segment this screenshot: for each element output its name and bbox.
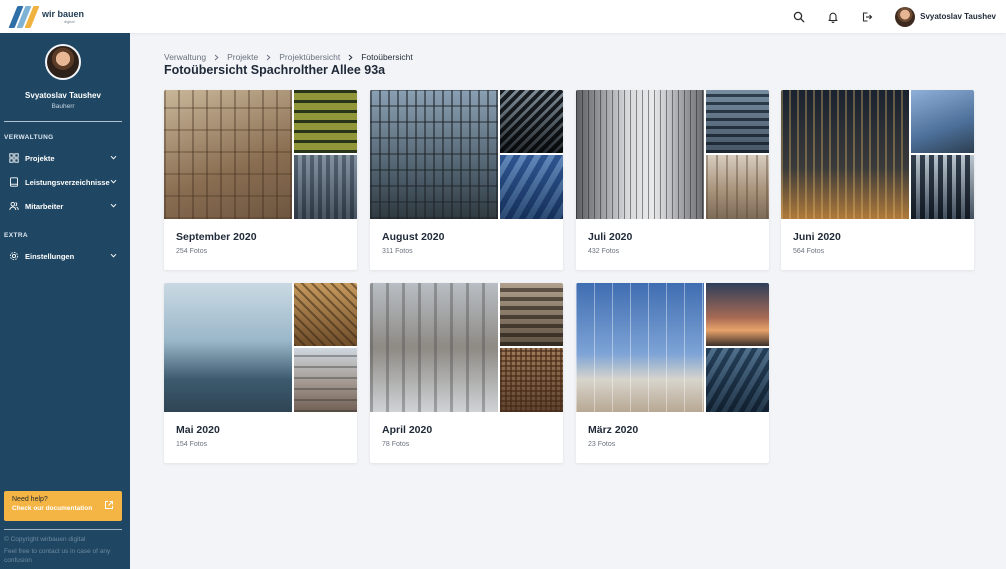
breadcrumb: Verwaltung Projekte Projektübersicht Fot… [164, 51, 413, 63]
sidebar-user-name: Svyatoslav Taushev [25, 91, 101, 100]
album-card-mai-2020[interactable]: Mai 2020 154 Fotos [164, 283, 357, 463]
bell-icon[interactable] [825, 9, 841, 25]
breadcrumb-verwaltung[interactable]: Verwaltung [164, 52, 206, 62]
album-photo-count: 78 Fotos [382, 441, 410, 448]
sidebar-item-label: Projekte [25, 153, 55, 163]
album-photo [781, 90, 909, 219]
album-card-august-2020[interactable]: August 2020 311 Fotos [370, 90, 563, 270]
page-title: Fotoübersicht Spachrolther Allee 93a [164, 63, 386, 77]
album-photo [706, 283, 769, 346]
section-verwaltung: VERWALTUNG [4, 134, 54, 141]
logo[interactable]: wir bauen digital [8, 5, 84, 28]
album-title: Juli 2020 [588, 231, 633, 243]
album-photo-count: 311 Fotos [382, 248, 413, 255]
album-card-juli-2020[interactable]: Juli 2020 432 Fotos [576, 90, 769, 270]
album-card-juni-2020[interactable]: Juni 2020 564 Fotos [781, 90, 974, 270]
help-box[interactable]: Need help? Check our documentation [4, 491, 122, 521]
sidebar-item-label: Leistungsverzeichnisse [25, 177, 110, 187]
album-title: Mai 2020 [176, 424, 220, 436]
album-photo [911, 90, 974, 153]
chevron-right-icon [214, 54, 219, 60]
section-extra: EXTRA [4, 232, 29, 239]
logo-subtext: digital [64, 18, 75, 24]
top-bar: wir bauen digital Svyatoslav Taushev [0, 0, 1006, 33]
grid-icon [9, 153, 19, 163]
external-link-icon[interactable] [104, 500, 114, 510]
album-title: September 2020 [176, 231, 257, 243]
album-photo [500, 283, 563, 346]
album-photo-count: 254 Fotos [176, 248, 208, 255]
sidebar-item-mitarbeiter[interactable]: Mitarbeiter [9, 198, 119, 214]
logo-text: wir bauen [42, 8, 85, 19]
album-photo [164, 90, 292, 219]
chevron-down-icon [110, 253, 117, 258]
sidebar-avatar[interactable] [45, 44, 81, 80]
album-title: April 2020 [382, 424, 433, 436]
chevron-right-icon [348, 54, 353, 60]
album-photo [500, 155, 563, 219]
album-photo [576, 283, 704, 412]
sidebar-item-leistungsverzeichnisse[interactable]: Leistungsverzeichnisse [9, 174, 119, 190]
album-photo [370, 283, 498, 412]
album-photo [294, 348, 357, 412]
sidebar-item-einstellungen[interactable]: Einstellungen [9, 248, 119, 264]
logo-mark-icon [8, 5, 40, 28]
album-photo [500, 348, 563, 412]
breadcrumb-projekte[interactable]: Projekte [227, 52, 258, 62]
album-photo [911, 155, 974, 219]
album-photo [576, 90, 704, 219]
chevron-down-icon [110, 203, 117, 208]
breadcrumb-fotouebersicht: Fotoübersicht [361, 52, 413, 62]
album-photo [164, 283, 292, 412]
album-card-maerz-2020[interactable]: März 2020 23 Fotos [576, 283, 769, 463]
footer-divider [4, 529, 122, 530]
album-title: Juni 2020 [793, 231, 841, 243]
breadcrumb-projektuebersicht[interactable]: Projektübersicht [279, 52, 340, 62]
album-photo-count: 23 Fotos [588, 441, 616, 448]
contact-note: Feel free to contact us in case of any c… [4, 548, 111, 564]
chevron-right-icon [266, 54, 271, 60]
album-photo [294, 90, 357, 153]
sidebar-item-label: Mitarbeiter [25, 201, 64, 211]
search-icon[interactable] [791, 9, 807, 25]
sidebar-item-projekte[interactable]: Projekte [9, 150, 119, 166]
sidebar-divider [4, 121, 122, 122]
sidebar-item-label: Einstellungen [25, 251, 75, 261]
album-photo-count: 564 Fotos [793, 248, 825, 255]
book-icon [9, 177, 19, 187]
album-photo [500, 90, 563, 153]
album-card-september-2020[interactable]: September 2020 254 Fotos [164, 90, 357, 270]
sidebar-user-role: Bauherr [51, 103, 75, 110]
album-photo-count: 154 Fotos [176, 441, 208, 448]
header-user-name[interactable]: Svyatoslav Taushev [920, 12, 996, 21]
gear-icon [9, 251, 19, 261]
album-photo [706, 90, 769, 153]
chevron-down-icon [110, 179, 117, 184]
album-photo [706, 348, 769, 412]
avatar[interactable] [895, 6, 916, 27]
album-photo [706, 155, 769, 219]
album-photo-count: 432 Fotos [588, 248, 620, 255]
album-title: März 2020 [588, 424, 639, 436]
album-photo [370, 90, 498, 219]
users-icon [9, 201, 19, 211]
album-card-april-2020[interactable]: April 2020 78 Fotos [370, 283, 563, 463]
album-photo [294, 155, 357, 219]
album-photo [294, 283, 357, 346]
chevron-down-icon [110, 155, 117, 160]
logout-icon[interactable] [859, 9, 875, 25]
copyright-text: © Copyright wirbauen digital [4, 536, 86, 543]
sidebar: Svyatoslav Taushev Bauherr VERWALTUNG Pr… [0, 33, 130, 569]
album-title: August 2020 [382, 231, 445, 243]
